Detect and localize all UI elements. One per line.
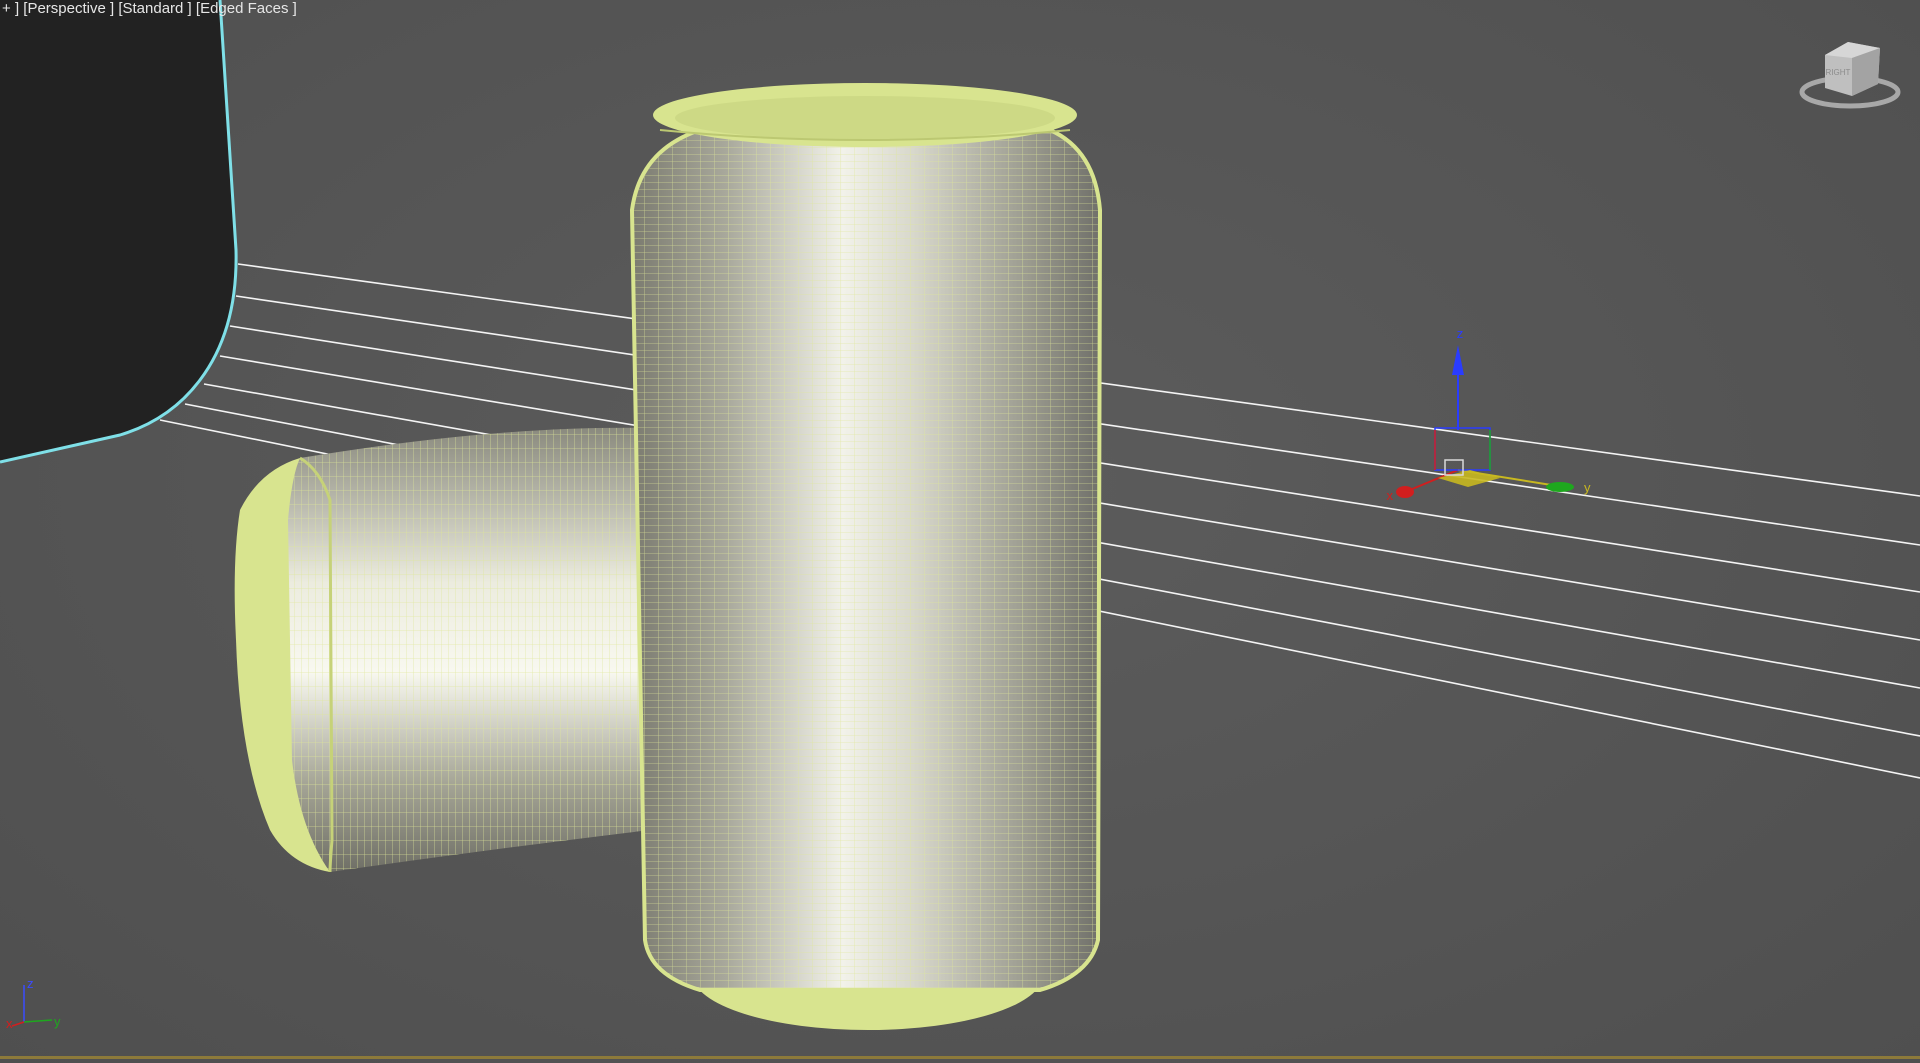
lying-can-mesh[interactable] bbox=[234, 427, 650, 873]
viewport-bottom-border bbox=[0, 1056, 1920, 1059]
bracket: ] [ bbox=[14, 0, 28, 17]
world-axis-x-label: x bbox=[6, 1016, 13, 1031]
perspective-viewport[interactable]: z x y RIGHT z x y + ] [Perspective ] [St… bbox=[0, 0, 1920, 1063]
viewport-display-mode-menu[interactable]: Edged Faces bbox=[200, 0, 288, 17]
bracket: ] [ bbox=[183, 0, 201, 17]
viewport-shading-menu[interactable]: Standard bbox=[123, 0, 184, 17]
viewport-scene[interactable]: z x y RIGHT z x y bbox=[0, 0, 1920, 1063]
gizmo-axis-z-label: z bbox=[1457, 326, 1464, 341]
standing-can-mesh[interactable] bbox=[629, 83, 1103, 1030]
world-axis-z-label: z bbox=[27, 976, 34, 991]
bracket: ] bbox=[288, 0, 297, 17]
viewport-pov-menu[interactable]: Perspective bbox=[27, 0, 105, 17]
viewcube-face-label: RIGHT bbox=[1826, 68, 1851, 77]
selected-object-outline[interactable] bbox=[0, 0, 238, 464]
world-axis-y-label: y bbox=[54, 1014, 61, 1029]
viewport-general-menu[interactable]: + bbox=[2, 0, 11, 17]
move-gizmo-icon[interactable] bbox=[1396, 345, 1574, 498]
viewport-label-menu: + ] [Perspective ] [Standard ] [Edged Fa… bbox=[2, 0, 297, 18]
bracket: ] [ bbox=[105, 0, 123, 17]
gizmo-axis-x-label: x bbox=[1387, 488, 1394, 503]
gizmo-axis-y-label: y bbox=[1584, 480, 1591, 495]
world-axis-tripod-icon bbox=[11, 985, 53, 1027]
